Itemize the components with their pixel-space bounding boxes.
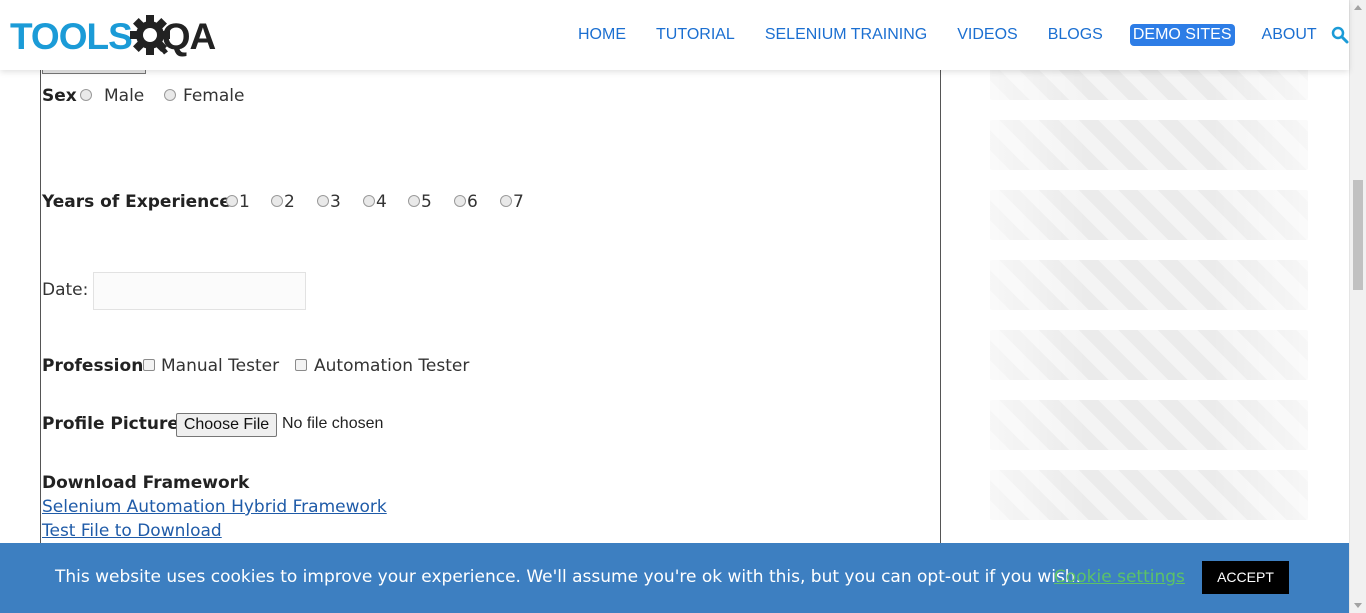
manual-tester-label: Manual Tester: [161, 356, 280, 376]
choose-file-button[interactable]: Choose File: [176, 413, 277, 437]
date-input[interactable]: [93, 272, 306, 310]
exp-4-radio[interactable]: [363, 195, 375, 207]
experience-label: Years of Experience: [42, 192, 231, 212]
main-nav: HOME TUTORIAL SELENIUM TRAINING VIDEOS B…: [578, 24, 1347, 46]
nav-demo-sites[interactable]: DEMO SITES: [1129, 24, 1235, 46]
exp-3-radio[interactable]: [317, 195, 329, 207]
nav-tutorial[interactable]: TUTORIAL: [656, 24, 735, 46]
toolsqa-logo[interactable]: TOOLS QA: [10, 10, 216, 62]
nav-about[interactable]: ABOUT: [1262, 24, 1317, 46]
download-label: Download Framework: [42, 473, 250, 493]
exp-1-radio[interactable]: [226, 195, 238, 207]
scroll-down-icon[interactable]: [1354, 603, 1362, 608]
sex-female-radio[interactable]: [164, 89, 176, 101]
automation-tester-label: Automation Tester: [314, 356, 470, 376]
exp-7-radio[interactable]: [500, 195, 512, 207]
ad-placeholder: [990, 120, 1308, 170]
sex-male-label: Male: [104, 86, 145, 106]
exp-2-label: 2: [284, 192, 295, 212]
ad-placeholder: [990, 400, 1308, 450]
date-label: Date:: [42, 280, 89, 300]
ad-placeholder: [990, 330, 1308, 380]
logo-text-qa: QA: [161, 15, 216, 57]
scroll-up-icon[interactable]: [1354, 5, 1362, 10]
exp-2-radio[interactable]: [271, 195, 283, 207]
automation-tester-checkbox[interactable]: [295, 359, 307, 371]
exp-1-label: 1: [239, 192, 250, 212]
exp-6-radio[interactable]: [454, 195, 466, 207]
scroll-thumb[interactable]: [1353, 180, 1363, 290]
selenium-framework-link[interactable]: Selenium Automation Hybrid Framework: [42, 497, 387, 517]
ad-placeholder: [990, 260, 1308, 310]
nav-blogs[interactable]: BLOGS: [1048, 24, 1103, 46]
sex-female-label: Female: [183, 86, 245, 106]
nav-selenium-training[interactable]: SELENIUM TRAINING: [765, 24, 927, 46]
exp-4-label: 4: [376, 192, 387, 212]
cookie-message: This website uses cookies to improve you…: [55, 567, 1081, 587]
sex-label: Sex: [42, 86, 77, 106]
exp-5-radio[interactable]: [408, 195, 420, 207]
exp-6-label: 6: [467, 192, 478, 212]
accept-button[interactable]: ACCEPT: [1202, 561, 1289, 594]
nav-videos[interactable]: VIDEOS: [957, 24, 1017, 46]
profession-label: Profession: [42, 356, 144, 376]
nav-home[interactable]: HOME: [578, 24, 626, 46]
logo-text-tools: TOOLS: [10, 15, 133, 57]
cookie-settings-link[interactable]: Cookie settings: [1054, 567, 1185, 587]
cookie-banner: This website uses cookies to improve you…: [0, 543, 1349, 613]
ad-placeholder: [990, 190, 1308, 240]
sex-male-radio[interactable]: [80, 89, 92, 101]
file-status: No file chosen: [282, 415, 384, 432]
profile-picture-label: Profile Picture: [42, 414, 179, 434]
exp-3-label: 3: [330, 192, 341, 212]
site-header: TOOLS QA HOME TUTORIAL SELENIUM TRAINING…: [0, 0, 1349, 70]
page-scrollbar[interactable]: [1349, 0, 1366, 613]
ad-placeholder: [990, 470, 1308, 520]
exp-7-label: 7: [513, 192, 524, 212]
manual-tester-checkbox[interactable]: [143, 359, 155, 371]
search-icon[interactable]: [1331, 26, 1349, 44]
exp-5-label: 5: [421, 192, 432, 212]
test-file-link[interactable]: Test File to Download: [42, 521, 222, 541]
